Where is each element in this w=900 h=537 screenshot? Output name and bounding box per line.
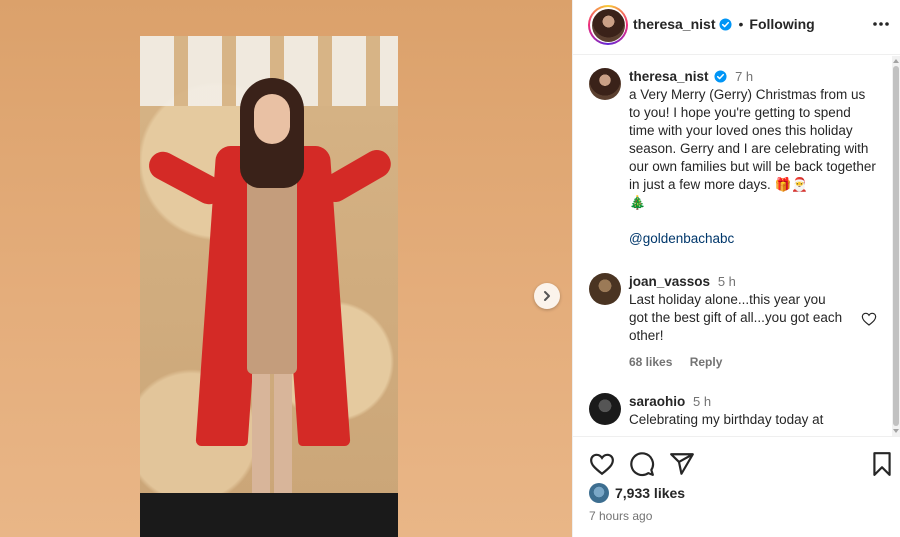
caption: theresa_nist 7 h a Very Merry (Gerry) Ch… bbox=[589, 68, 885, 258]
comment-item: saraohio 5 h Celebrating my birthday tod… bbox=[589, 393, 885, 436]
comment-username[interactable]: joan_vassos bbox=[629, 274, 710, 289]
comment-item: joan_vassos 5 h Last holiday alone...thi… bbox=[589, 273, 885, 373]
avatar bbox=[591, 8, 625, 42]
caption-time: 7 h bbox=[735, 69, 754, 84]
comment-reply-button[interactable]: Reply bbox=[690, 355, 723, 369]
following-button[interactable]: Following bbox=[749, 16, 814, 32]
photo-floor bbox=[140, 493, 398, 537]
avatar[interactable] bbox=[589, 273, 621, 305]
scrollbar-thumb[interactable] bbox=[893, 66, 899, 426]
post-actions: 7,933 likes 7 hours ago bbox=[573, 436, 900, 537]
comment-text: Last holiday alone...this year you got t… bbox=[629, 292, 843, 343]
more-horizontal-icon[interactable] bbox=[871, 14, 891, 34]
heart-icon[interactable] bbox=[589, 451, 615, 477]
photo-person-face bbox=[254, 94, 290, 144]
comment-heart-icon[interactable] bbox=[861, 311, 877, 327]
media-area bbox=[0, 0, 572, 537]
comment-time: 5 h bbox=[717, 274, 736, 289]
scroll-up-icon[interactable] bbox=[893, 58, 899, 64]
header-username[interactable]: theresa_nist bbox=[633, 16, 715, 32]
bookmark-icon[interactable] bbox=[869, 451, 895, 477]
chevron-right-icon bbox=[544, 291, 550, 301]
verified-badge-icon bbox=[719, 17, 733, 31]
header-user: theresa_nist • Following bbox=[633, 16, 815, 32]
post-panel: theresa_nist • Following theresa_nist 7 … bbox=[572, 0, 900, 537]
verified-badge-icon bbox=[714, 70, 727, 83]
avatar bbox=[589, 483, 609, 503]
carousel-next-button[interactable] bbox=[534, 283, 560, 309]
comment-time: 5 h bbox=[693, 394, 712, 409]
posted-time[interactable]: 7 hours ago bbox=[589, 509, 652, 523]
send-icon[interactable] bbox=[669, 451, 695, 477]
comments-scrollbar[interactable] bbox=[892, 56, 900, 436]
comment-text: Celebrating my birthday today at bbox=[629, 412, 824, 427]
post-photo[interactable] bbox=[140, 36, 398, 537]
caption-text: a Very Merry (Gerry) Christmas from us t… bbox=[629, 87, 876, 192]
scroll-down-icon[interactable] bbox=[893, 428, 899, 434]
comments-list[interactable]: theresa_nist 7 h a Very Merry (Gerry) Ch… bbox=[573, 56, 900, 436]
comment-username[interactable]: saraohio bbox=[629, 394, 685, 409]
post-header: theresa_nist • Following bbox=[573, 0, 900, 55]
likes-row[interactable]: 7,933 likes bbox=[589, 483, 685, 503]
caption-username[interactable]: theresa_nist bbox=[629, 69, 709, 84]
header-separator: • bbox=[738, 16, 744, 32]
avatar[interactable] bbox=[589, 393, 621, 425]
caption-text-emoji: 🎄 bbox=[629, 195, 646, 210]
likes-count[interactable]: 7,933 likes bbox=[615, 485, 685, 501]
comment-icon[interactable] bbox=[629, 451, 655, 477]
avatar[interactable] bbox=[589, 68, 621, 100]
comment-likes-count[interactable]: 68 likes bbox=[629, 355, 672, 369]
header-avatar[interactable] bbox=[588, 5, 628, 45]
caption-mention-link[interactable]: @goldenbachabc bbox=[629, 230, 879, 248]
